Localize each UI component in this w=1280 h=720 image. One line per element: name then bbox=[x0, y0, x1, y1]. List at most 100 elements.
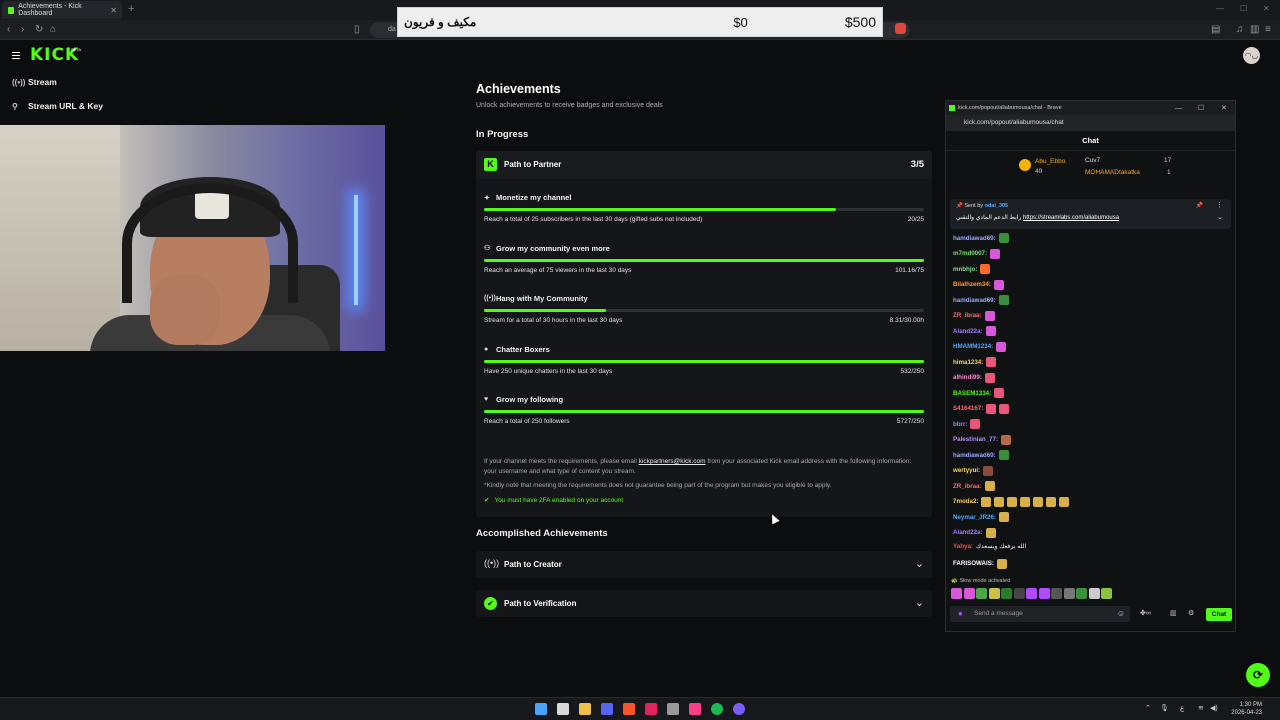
new-tab-icon[interactable]: + bbox=[128, 3, 134, 15]
close-window-icon[interactable]: ✕ bbox=[1221, 102, 1227, 116]
chat-username[interactable]: bbrr: bbox=[953, 421, 967, 428]
emote-icon[interactable] bbox=[988, 588, 1000, 599]
chat-message-input[interactable]: ● Send a message ☺ bbox=[950, 606, 1130, 622]
chat-username[interactable]: Bilalhzem34: bbox=[953, 281, 991, 288]
chat-username[interactable]: hima1234: bbox=[953, 359, 983, 366]
chat-username[interactable]: Neymar_JR26: bbox=[953, 514, 996, 521]
chat-username[interactable]: hamdiawad69: bbox=[953, 297, 996, 304]
partner-email-link[interactable]: kickpartners@kick.com bbox=[639, 458, 706, 465]
wifi-icon[interactable]: ≋ bbox=[1198, 704, 1204, 712]
menu-icon[interactable]: ≡ bbox=[1265, 24, 1271, 35]
leaderboard-second-name[interactable]: Cuv7 bbox=[1085, 157, 1100, 164]
chat-username[interactable]: alhindi99: bbox=[953, 374, 982, 381]
leaderboard-third-name[interactable]: MOHAMADtakatka bbox=[1085, 169, 1140, 176]
chat-username[interactable]: HMAMM1234: bbox=[953, 343, 993, 350]
leaderboard-first-name[interactable]: Abu_Ebbo bbox=[1035, 158, 1065, 165]
emote-icon bbox=[1046, 496, 1057, 507]
chat-username[interactable]: ZR_ibraa: bbox=[953, 312, 982, 319]
chat-username[interactable]: hamdiawad69: bbox=[953, 452, 996, 459]
language-icon[interactable]: ع bbox=[1180, 704, 1184, 712]
goal-progress-bar bbox=[484, 309, 924, 312]
send-chat-button[interactable]: Chat bbox=[1206, 608, 1232, 621]
pinned-link[interactable]: https://streamlabs.com/aliabumousa bbox=[1023, 215, 1119, 221]
chat-username[interactable]: Aland22a: bbox=[953, 529, 983, 536]
brave-shield-icon[interactable] bbox=[895, 23, 906, 34]
emote-icon[interactable] bbox=[963, 588, 975, 599]
goal-progress-fill bbox=[484, 208, 836, 211]
chat-username[interactable]: FARISOWAIS: bbox=[953, 560, 994, 567]
chat-username[interactable]: Yahya: bbox=[953, 543, 973, 550]
chat-username[interactable]: 7moda2: bbox=[953, 498, 978, 505]
app-icon[interactable] bbox=[689, 703, 701, 715]
browser-tab[interactable]: Achievements - Kick Dashboard ✕ bbox=[2, 1, 122, 19]
unpin-icon[interactable]: 📌 bbox=[1196, 202, 1203, 209]
kickcoin-icon[interactable]: ✤∞ bbox=[1140, 609, 1151, 617]
sidebar-item-stream-url-key[interactable]: ⚲ Stream URL & Key bbox=[12, 101, 103, 111]
microphone-icon[interactable]: ● bbox=[958, 606, 963, 622]
pinned-by-user[interactable]: odai_305 bbox=[985, 203, 1009, 209]
home-icon[interactable]: ⌂ bbox=[50, 24, 56, 35]
emote-icon[interactable] bbox=[976, 588, 987, 599]
file-explorer-icon[interactable] bbox=[579, 703, 591, 715]
back-icon[interactable]: ‹ bbox=[7, 24, 10, 35]
path-to-verification-accordion[interactable]: ✔ Path to Verification ⌄ bbox=[476, 590, 932, 617]
emote-icon[interactable] bbox=[1076, 588, 1087, 599]
emote-icon[interactable] bbox=[1063, 588, 1075, 599]
system-clock[interactable]: 1:30 PM 2026-04-23 bbox=[1226, 701, 1262, 717]
chat-username[interactable]: wertyyui: bbox=[953, 467, 980, 474]
chat-username[interactable]: hamdiawad69: bbox=[953, 235, 996, 242]
chat-username[interactable]: Palestinian_77: bbox=[953, 436, 998, 443]
start-menu-icon[interactable] bbox=[535, 703, 547, 715]
app-icon[interactable] bbox=[667, 703, 679, 715]
playlist-icon[interactable]: ♫ bbox=[1236, 24, 1244, 35]
chevron-down-icon[interactable]: ⌄ bbox=[915, 596, 924, 609]
user-avatar[interactable]: ◠◡ bbox=[1243, 47, 1260, 64]
tray-chevron-icon[interactable]: ⌃ bbox=[1145, 704, 1151, 712]
sidebar-item-stream[interactable]: ((•)) Stream bbox=[12, 77, 57, 87]
spotify-icon[interactable] bbox=[711, 703, 723, 715]
close-tab-icon[interactable]: ✕ bbox=[110, 6, 117, 15]
discord-icon[interactable] bbox=[601, 703, 613, 715]
brave-browser-icon[interactable] bbox=[623, 703, 635, 715]
emote-icon[interactable] bbox=[1051, 588, 1062, 599]
emoji-icon[interactable]: ☺ bbox=[1117, 606, 1125, 622]
chat-username[interactable]: S4164167: bbox=[953, 405, 983, 412]
emote-icon[interactable] bbox=[1001, 588, 1012, 599]
chat-address-bar[interactable]: kick.com/popout/aliabumousa/chat bbox=[946, 115, 1235, 131]
chat-username[interactable]: m7md0007: bbox=[953, 250, 987, 257]
sidebar-icon[interactable]: ▥ bbox=[1250, 24, 1259, 35]
maximize-icon[interactable]: ☐ bbox=[1240, 4, 1247, 13]
emote-icon[interactable] bbox=[1013, 588, 1025, 599]
emote-icon[interactable] bbox=[1101, 588, 1112, 599]
app-icon[interactable] bbox=[645, 703, 657, 715]
app-icon[interactable] bbox=[733, 703, 745, 715]
reload-icon[interactable]: ↻ bbox=[35, 24, 43, 35]
bookmark-icon[interactable]: ▯ bbox=[354, 24, 360, 35]
key-icon: ⚲ bbox=[12, 101, 18, 111]
chat-username[interactable]: mnbhjo: bbox=[953, 266, 977, 273]
maximize-icon[interactable]: ☐ bbox=[1198, 102, 1204, 116]
emote-icon[interactable] bbox=[1026, 588, 1037, 599]
chat-username[interactable]: BASEM1334: bbox=[953, 390, 991, 397]
help-chat-icon[interactable]: ⟳ bbox=[1246, 663, 1270, 687]
more-options-icon[interactable]: ⋮ bbox=[1216, 201, 1223, 209]
settings-gear-icon[interactable]: ⚙ bbox=[1188, 609, 1194, 617]
hamburger-menu-icon[interactable] bbox=[12, 52, 20, 59]
chevron-down-icon[interactable]: ⌄ bbox=[915, 557, 924, 570]
minimize-icon[interactable]: — bbox=[1175, 102, 1182, 116]
emote-icon[interactable] bbox=[1038, 588, 1050, 599]
emote-icon[interactable] bbox=[1088, 588, 1100, 599]
wallet-icon[interactable]: ▤ bbox=[1211, 24, 1220, 35]
chevron-down-icon[interactable]: ⌄ bbox=[1217, 213, 1223, 221]
close-window-icon[interactable]: ✕ bbox=[1263, 4, 1270, 13]
minimize-icon[interactable]: — bbox=[1216, 4, 1224, 13]
emote-icon[interactable] bbox=[951, 588, 962, 599]
volume-icon[interactable]: ◀) bbox=[1210, 704, 1218, 712]
chat-username[interactable]: ZR_ibraa: bbox=[953, 483, 982, 490]
microphone-tray-icon[interactable]: 🎙 bbox=[1160, 704, 1169, 712]
forward-icon[interactable]: › bbox=[21, 24, 24, 35]
gift-icon[interactable]: ▥ bbox=[1170, 609, 1177, 617]
chat-username[interactable]: Aland22a: bbox=[953, 328, 983, 335]
path-to-creator-accordion[interactable]: ((•)) Path to Creator ⌄ bbox=[476, 551, 932, 578]
calendar-app-icon[interactable] bbox=[557, 703, 569, 715]
